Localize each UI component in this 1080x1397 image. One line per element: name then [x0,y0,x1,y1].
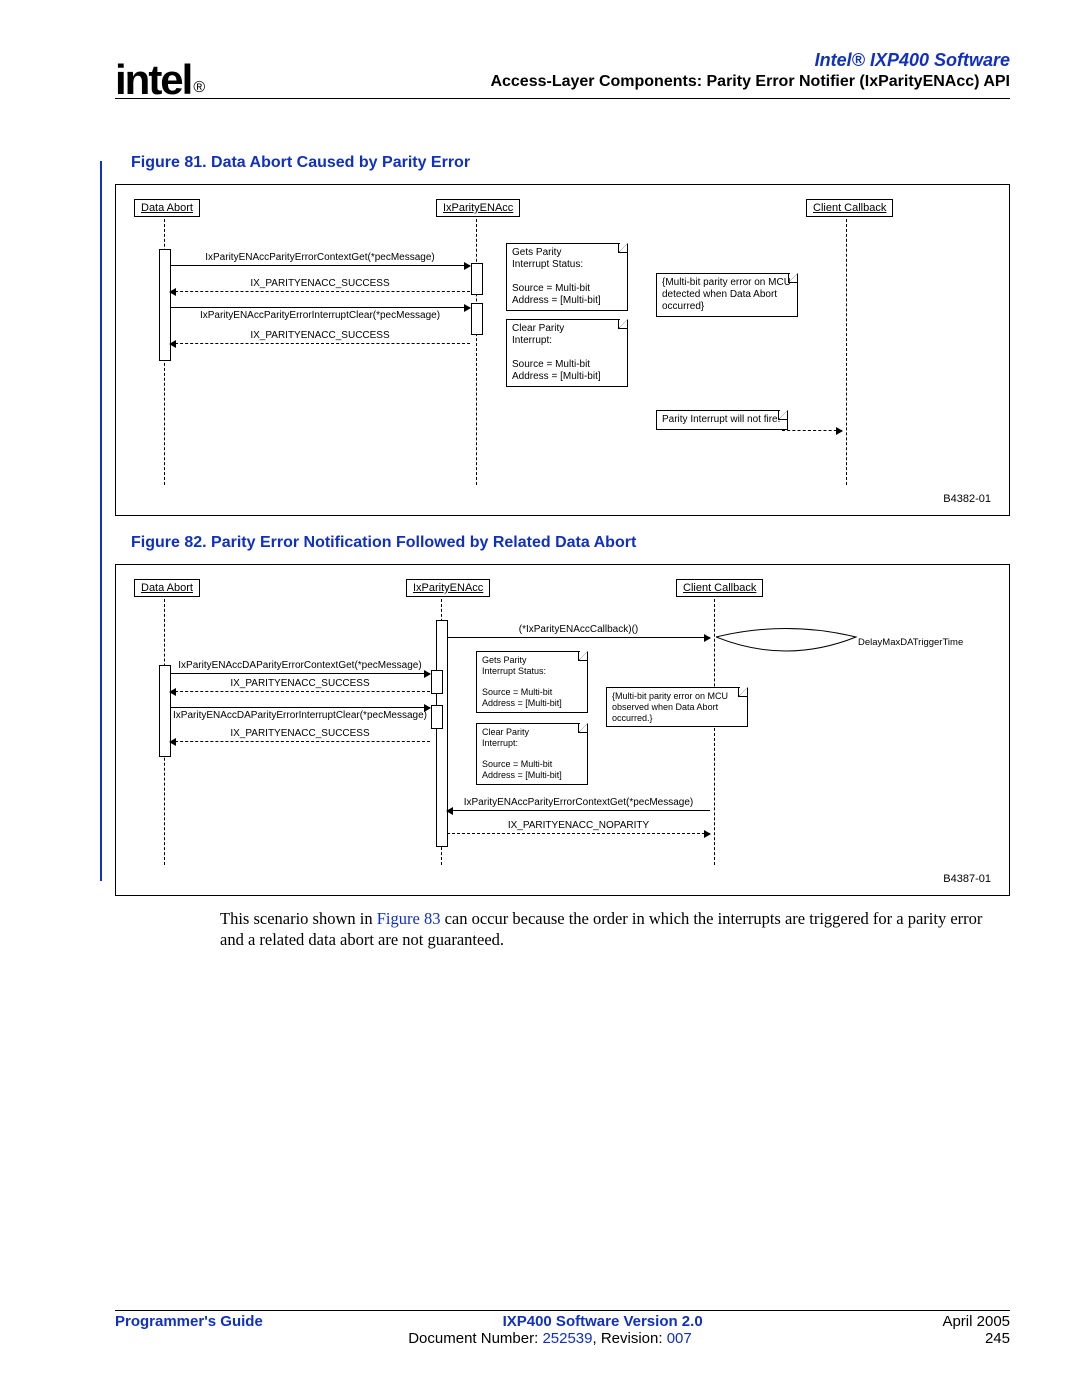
note-clear-interrupt: Clear Parity Interrupt: Source = Multi-b… [506,319,628,387]
page-number: 245 [985,1330,1010,1347]
document-product-title: Intel® IXP400 Software [490,50,1010,71]
msg-context-get: IxParityENAccParityErrorContextGet(*pecM… [170,265,470,266]
logo-registered-mark: ® [193,79,203,96]
note-get-status-2: Gets Parity Interrupt Status: Source = M… [476,651,588,713]
figure-83-reference: Figure 83 [377,909,441,928]
msg-interrupt-clear: IxParityENAccParityErrorInterruptClear(*… [170,307,470,308]
figure-81-caption: Figure 81. Data Abort Caused by Parity E… [131,154,1010,172]
figure-82-caption: Figure 82. Parity Error Notification Fol… [131,534,1010,552]
logo-text: intel [115,56,191,103]
change-bar [100,161,102,881]
note-clear-2: Clear Parity Interrupt: Source = Multi-b… [476,723,588,785]
note-observed: {Multi-bit parity error on MCU observed … [606,687,748,727]
msg-success-2: IX_PARITYENACC_SUCCESS [170,343,470,344]
body-paragraph: This scenario shown in Figure 83 can occ… [220,908,1010,951]
note-arrow [782,430,842,431]
msg-da-interrupt-clear: IxParityENAccDAParityErrorInterruptClear… [170,707,430,708]
lifeline-client-callback-2: Client Callback [676,579,763,597]
figure-81-id: B4382-01 [943,493,991,505]
footer-guide-label: Programmer's Guide [115,1313,263,1330]
footer-version: IXP400 Software Version 2.0 [263,1313,943,1330]
note-no-fire: Parity Interrupt will not fire. [656,410,788,430]
msg-da-context-get: IxParityENAccDAParityErrorContextGet(*pe… [170,673,430,674]
msg-da-success-1: IX_PARITYENACC_SUCCESS [170,691,430,692]
figure-81-diagram: Data Abort IxParityENAcc Client Callback… [115,184,1010,516]
page-header: intel® Intel® IXP400 Software Access-Lay… [115,50,1010,99]
figure-82-diagram: Data Abort IxParityENAcc Client Callback… [115,564,1010,896]
msg-success-1: IX_PARITYENACC_SUCCESS [170,291,470,292]
note-multibit-detected: {Multi-bit parity error on MCU detected … [656,273,798,317]
msg-da-success-2: IX_PARITYENACC_SUCCESS [170,741,430,742]
intel-logo: intel® [115,56,201,104]
lifeline-ixparityenacc: IxParityENAcc [436,199,520,217]
page-footer: Programmer's Guide IXP400 Software Versi… [115,1310,1010,1347]
msg-noparity: IX_PARITYENACC_NOPARITY [447,833,710,834]
lifeline-data-abort: Data Abort [134,199,200,217]
footer-doc-number: Document Number: 252539, Revision: 007 [115,1330,985,1347]
msg-parity-context-get: IxParityENAccParityErrorContextGet(*pecM… [447,810,710,811]
document-section-title: Access-Layer Components: Parity Error No… [490,73,1010,91]
lifeline-ixparityenacc-2: IxParityENAcc [406,579,490,597]
msg-callback: (*IxParityENAccCallback)() [447,637,710,638]
delay-label: DelayMaxDATriggerTime [858,637,963,648]
lifeline-data-abort-2: Data Abort [134,579,200,597]
note-get-status: Gets Parity Interrupt Status: Source = M… [506,243,628,311]
footer-date: April 2005 [942,1313,1010,1330]
lifeline-client-callback: Client Callback [806,199,893,217]
delay-curve [716,625,876,665]
figure-82-id: B4387-01 [943,873,991,885]
